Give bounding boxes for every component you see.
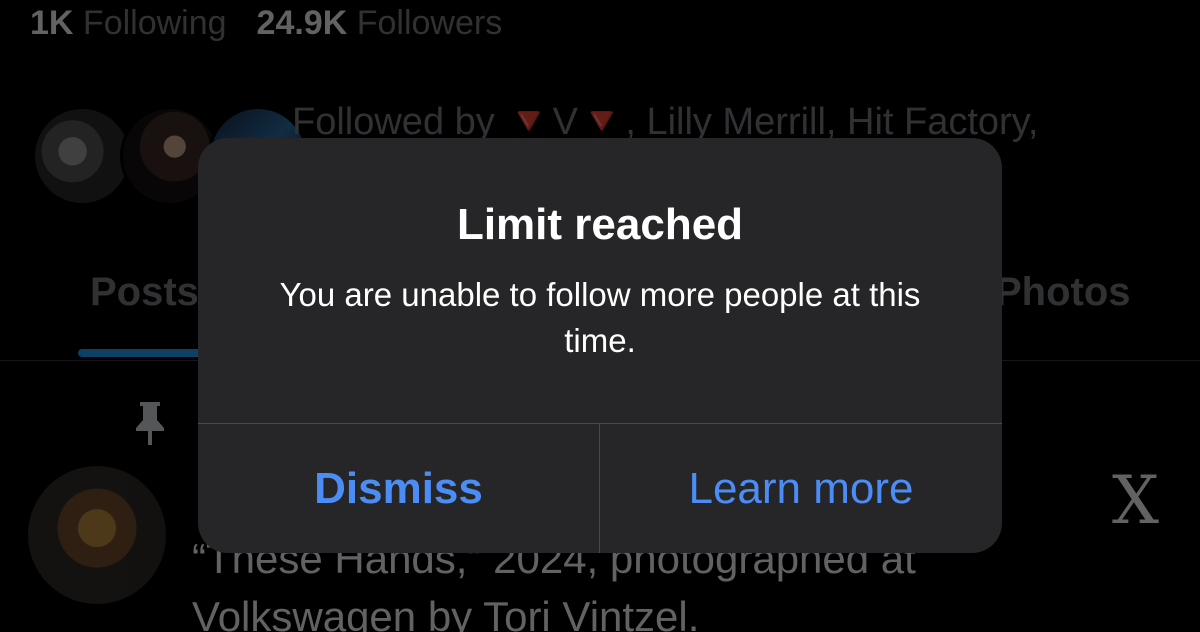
following-count: 1K xyxy=(30,4,74,42)
tweet-text-line: Volkswagen by Tori Vintzel. xyxy=(192,593,700,632)
tweet-author-avatar[interactable] xyxy=(28,466,166,604)
followers-count: 24.9K xyxy=(256,4,348,42)
pin-icon xyxy=(136,402,164,445)
followed-by-prefix: Followed by xyxy=(292,101,495,143)
tab-photos[interactable]: Photos xyxy=(995,270,1131,315)
dialog-title: Limit reached xyxy=(456,200,744,249)
followers-stat[interactable]: 24.9K Followers xyxy=(257,4,503,42)
dismiss-button[interactable]: Dismiss xyxy=(198,424,599,553)
x-logo-icon: X xyxy=(1112,462,1159,539)
red-triangle-icon: 🔻 xyxy=(505,101,553,143)
limit-reached-dialog: Limit reached You are unable to follow m… xyxy=(198,138,1002,553)
dialog-message: You are unable to follow more people at … xyxy=(279,276,921,359)
follow-stats: 1K Following 24.9K Followers xyxy=(30,4,502,43)
following-label: Following xyxy=(82,4,227,42)
followed-by-name: V xyxy=(552,101,579,143)
followers-label: Followers xyxy=(356,4,503,42)
followed-by-names: , Lilly Merrill, Hit Factory, xyxy=(625,101,1039,143)
following-stat[interactable]: 1K Following xyxy=(30,4,227,42)
tab-posts[interactable]: Posts xyxy=(90,270,199,315)
red-triangle-icon: 🔻 xyxy=(578,101,626,143)
avatar xyxy=(32,106,132,206)
learn-more-button[interactable]: Learn more xyxy=(600,424,1002,553)
